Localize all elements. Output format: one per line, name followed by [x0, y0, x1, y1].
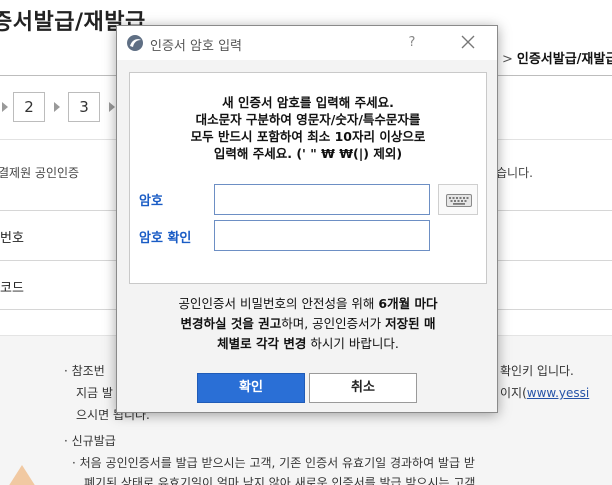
instruction-line: 모두 반드시 포함하여 최소 10자리 이상으로 — [190, 129, 426, 144]
password-confirm-input[interactable] — [214, 220, 430, 251]
note-text: 하시기 바랍니다. — [306, 336, 399, 351]
close-icon — [461, 35, 475, 49]
step-2: 2 — [13, 92, 45, 122]
instruction-line: 대소문자 구분하여 영문자/숫자/특수문자를 — [195, 112, 421, 127]
note-emphasis: 변경하실 것을 권고 — [180, 316, 282, 331]
close-button[interactable] — [457, 31, 479, 53]
page-description-end: 습니다. — [496, 166, 533, 180]
note-text: 공인인증서 비밀번호의 안전성을 위해 — [178, 296, 379, 311]
yessign-link[interactable]: www.yessi — [527, 386, 589, 400]
instruction-line: 새 인증서 암호를 입력해 주세요. — [222, 95, 394, 110]
password-confirm-label: 암호 확인 — [139, 231, 192, 246]
form-row-label: 번호 — [0, 231, 24, 246]
notice-bullet: 폐기된 상태로 유효기일이 얼마 남지 않아 새로운 인증서를 발급 받으시는 … — [84, 476, 476, 485]
security-note: 공인인증서 비밀번호의 안전성을 위해 6개월 마다 변경하실 것을 권고하며,… — [123, 294, 493, 354]
cancel-button[interactable]: 취소 — [309, 373, 417, 403]
breadcrumb-current: 인증서발급/재발급 — [516, 52, 612, 67]
notice-line: 확인키 입니다. — [500, 364, 574, 378]
note-emphasis: 체별로 각각 변경 — [217, 336, 307, 351]
breadcrumb: 급>인증서발급/재발급 — [486, 48, 612, 67]
notice-bullet: · 처음 공인인증서를 발급 받으시는 고객, 기존 인증서 유효기일 경과하여… — [72, 456, 475, 470]
breadcrumb-separator: > — [501, 52, 513, 67]
notice-line-prefix: 이지( — [500, 386, 527, 400]
password-input[interactable] — [214, 184, 430, 215]
confirm-button[interactable]: 확인 — [197, 373, 305, 403]
virtual-keyboard-button[interactable] — [438, 184, 478, 215]
notice-line: 지금 발 — [76, 386, 113, 400]
notice-section-title: · 신규발급 — [64, 434, 116, 448]
notice-line: 이지(www.yessi — [500, 384, 589, 401]
password-dialog: 인증서 암호 입력 ? 새 인증서 암호를 입력해 주세요. 대소문자 구분하여… — [116, 25, 498, 413]
note-emphasis: 6개월 마다 — [378, 296, 438, 311]
notice-line: · 참조번 — [64, 364, 105, 378]
instruction-line: 입력해 주세요. (' " ₩ ₩(|) 제외) — [213, 146, 403, 161]
step-3: 3 — [68, 92, 100, 122]
note-emphasis: 저장된 매 — [385, 316, 436, 331]
step-arrow-icon — [109, 102, 115, 112]
dialog-titlebar[interactable]: 인증서 암호 입력 ? — [117, 26, 497, 60]
password-label: 암호 — [139, 194, 163, 209]
warning-icon — [8, 465, 36, 485]
keyboard-icon — [446, 194, 472, 207]
dialog-title: 인증서 암호 입력 — [150, 39, 242, 54]
app-logo-icon — [126, 34, 144, 52]
instructions: 새 인증서 암호를 입력해 주세요. 대소문자 구분하여 영문자/숫자/특수문자… — [130, 94, 486, 162]
password-panel: 새 인증서 암호를 입력해 주세요. 대소문자 구분하여 영문자/숫자/특수문자… — [129, 72, 487, 284]
page-description: 결제원 공인인증 — [0, 166, 80, 180]
note-text: 하며, 공인인증서가 — [281, 316, 386, 331]
help-button[interactable]: ? — [401, 32, 423, 54]
step-arrow-icon — [54, 102, 60, 112]
form-row-label: 코드 — [0, 281, 24, 296]
step-arrow-icon — [2, 102, 8, 112]
